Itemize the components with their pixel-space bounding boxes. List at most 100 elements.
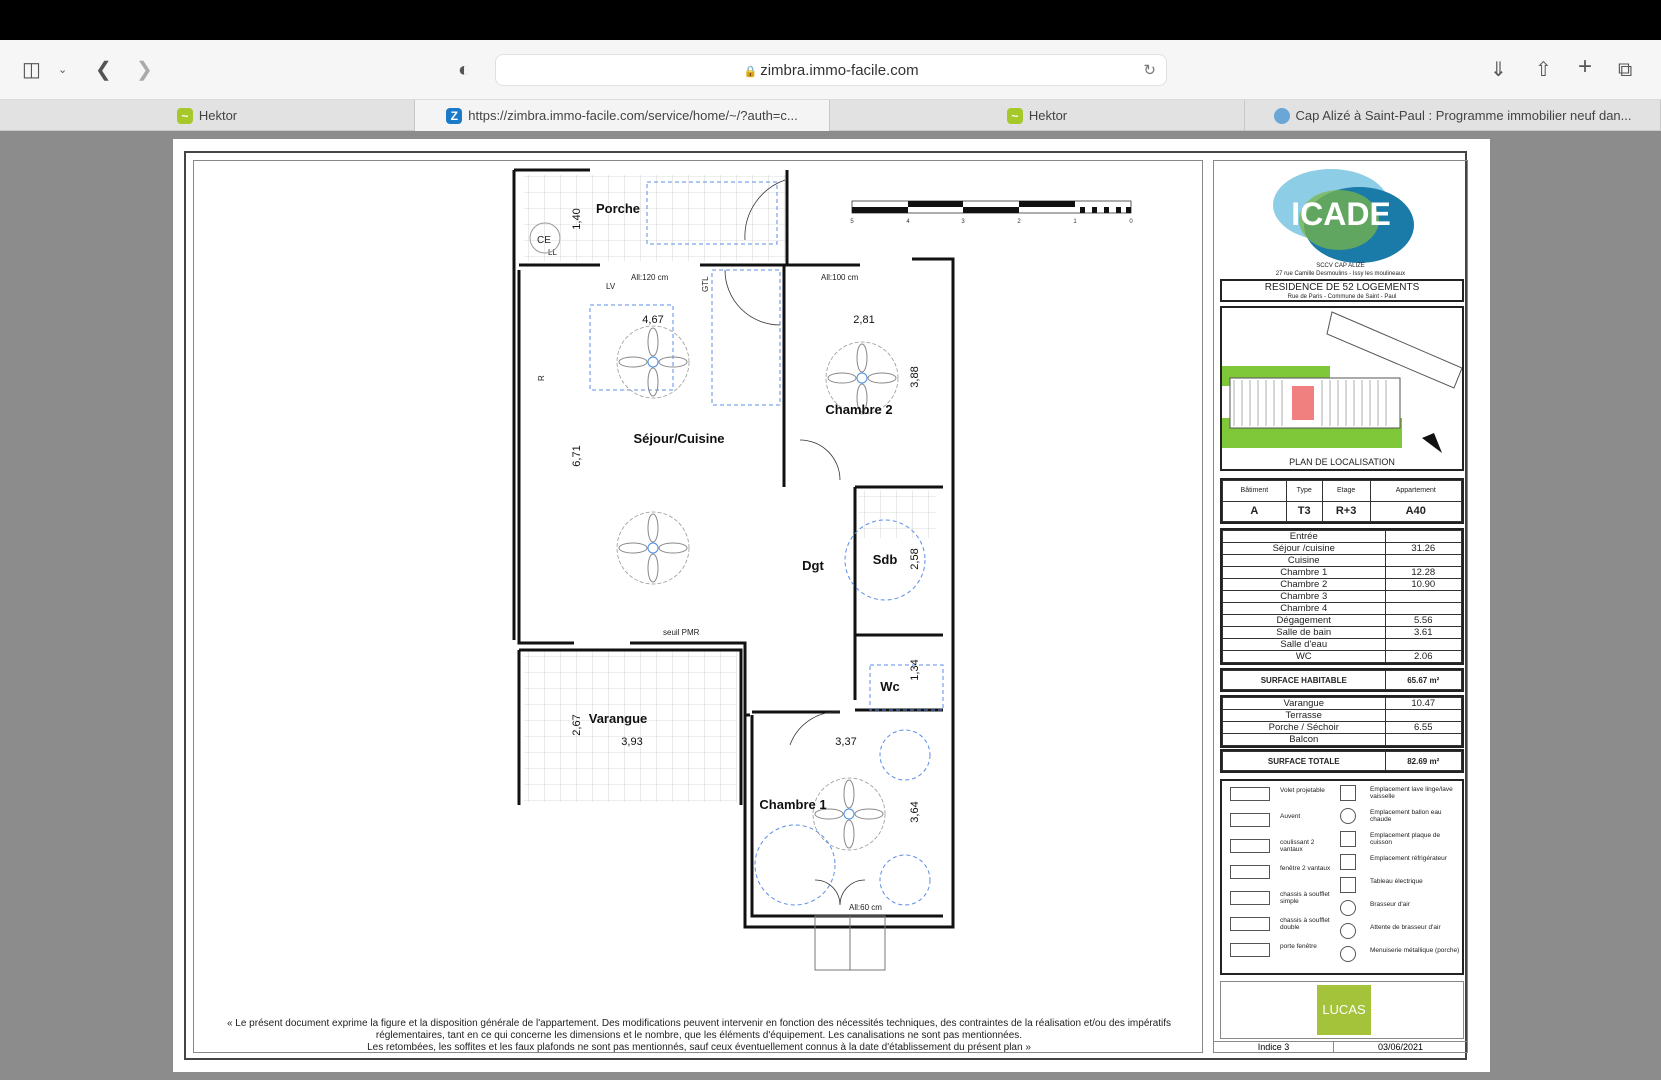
area-label: Varangue <box>1223 698 1386 710</box>
area-row: Cuisine <box>1223 555 1462 567</box>
note-lv: LV <box>606 282 616 291</box>
area-row: Chambre 3 <box>1223 591 1462 603</box>
note-all-100: All:100 cm <box>821 273 859 282</box>
header-type: Type <box>1286 481 1322 502</box>
room-label-sejour: Séjour/Cuisine <box>633 431 724 446</box>
walls <box>514 170 953 927</box>
dimension: 3,88 <box>909 366 921 387</box>
area-label: Chambre 3 <box>1223 591 1386 603</box>
title-block: ICADE SCCV CAP ALIZE 27 rue Camille Desm… <box>1213 160 1468 1053</box>
area-row: Porche / Séchoir6.55 <box>1223 722 1462 734</box>
location-plan-title: PLAN DE LOCALISATION <box>1222 457 1462 467</box>
legend-symbol-icon <box>1230 787 1270 801</box>
exterior-area-table: Varangue10.47TerrassePorche / Séchoir6.5… <box>1220 695 1464 748</box>
lucas-logo: LUCAS <box>1317 985 1371 1035</box>
legend-label: Emplacement ballon eau chaude <box>1370 809 1462 823</box>
area-row: WC2.06 <box>1223 651 1462 663</box>
area-value <box>1385 734 1461 746</box>
area-row: Salle de bain3.61 <box>1223 627 1462 639</box>
legend-symbol-icon <box>1340 854 1356 870</box>
area-label: Cuisine <box>1223 555 1386 567</box>
room-label-sdb: Sdb <box>873 552 898 567</box>
dimension: 4,67 <box>642 314 663 326</box>
header-appartement: Appartement <box>1370 481 1461 502</box>
legend-symbol-icon <box>1340 923 1356 939</box>
footer: Indice 3 03/06/2021 <box>1214 1041 1467 1053</box>
area-row: Séjour /cuisine31.26 <box>1223 543 1462 555</box>
room-label-dgt: Dgt <box>802 558 824 573</box>
legend-symbol-icon <box>1230 917 1270 931</box>
dimension: 3,93 <box>621 736 642 748</box>
legend-symbol-icon <box>1340 808 1356 824</box>
dimension: 2,81 <box>853 314 874 326</box>
scale-bar: 5 4 3 2 1 0 <box>850 201 1133 225</box>
room-label-chambre-2: Chambre 2 <box>825 402 892 417</box>
surface-habitable-label: SURFACE HABITABLE <box>1223 671 1386 690</box>
area-value: 12.28 <box>1385 567 1461 579</box>
area-label: Salle de bain <box>1223 627 1386 639</box>
area-value <box>1385 531 1461 543</box>
legend-label: Auvent <box>1280 813 1335 820</box>
legend-label: Tableau électrique <box>1370 878 1462 885</box>
area-label: Balcon <box>1223 734 1386 746</box>
area-row: Chambre 112.28 <box>1223 567 1462 579</box>
svg-text:ICADE: ICADE <box>1291 196 1391 232</box>
legend-symbol-icon <box>1230 813 1270 827</box>
dimension: 1,40 <box>571 208 583 229</box>
residence-address: Rue de Paris - Commune de Saint - Paul <box>1222 294 1462 300</box>
surface-habitable-value: 65.67 m² <box>1385 671 1461 690</box>
residence-box: RESIDENCE DE 52 LOGEMENTS Rue de Paris -… <box>1220 279 1464 302</box>
scale-tick: 2 <box>1017 219 1021 225</box>
area-value <box>1385 591 1461 603</box>
legend-symbol-icon <box>1230 943 1270 957</box>
legend-box: Volet projetableAuventcoulissant 2 vanta… <box>1220 779 1464 975</box>
area-value: 3.61 <box>1385 627 1461 639</box>
dimension: 1,34 <box>909 659 921 680</box>
area-row: Dégagement5.56 <box>1223 615 1462 627</box>
legend-label: porte fenêtre <box>1280 943 1335 950</box>
area-row: Chambre 210.90 <box>1223 579 1462 591</box>
surface-totale-label: SURFACE TOTALE <box>1223 752 1386 771</box>
legend-symbol-icon <box>1340 877 1356 893</box>
note-gtl: GTL <box>701 276 710 292</box>
area-label: Chambre 4 <box>1223 603 1386 615</box>
area-value <box>1385 555 1461 567</box>
legend-symbol-icon <box>1340 946 1356 962</box>
scale-tick: 3 <box>961 219 965 225</box>
indice: Indice 3 <box>1214 1042 1334 1052</box>
area-value <box>1385 710 1461 722</box>
scale-tick: 1 <box>1073 219 1077 225</box>
surface-habitable-row: SURFACE HABITABLE65.67 m² <box>1220 668 1464 692</box>
legend-label: Brasseur d'air <box>1370 901 1462 908</box>
area-label: Terrasse <box>1223 710 1386 722</box>
legend-label: Emplacement plaque de cuisson <box>1370 832 1462 846</box>
header-batiment: Bâtiment <box>1223 481 1287 502</box>
legend-symbol-icon <box>1230 891 1270 905</box>
note-all-60: All:60 cm <box>849 903 882 912</box>
area-row: Entrée <box>1223 531 1462 543</box>
area-label: Salle d'eau <box>1223 639 1386 651</box>
area-label: Séjour /cuisine <box>1223 543 1386 555</box>
header-etage: Etage <box>1322 481 1370 502</box>
dimension: 2,67 <box>571 714 583 735</box>
area-value: 2.06 <box>1385 651 1461 663</box>
room-label-wc: Wc <box>880 679 900 694</box>
legend-symbol-icon <box>1340 785 1356 801</box>
legend-label: coulissant 2 vantaux <box>1280 839 1335 853</box>
area-value: 5.56 <box>1385 615 1461 627</box>
area-value: 10.47 <box>1385 698 1461 710</box>
area-row: Varangue10.47 <box>1223 698 1462 710</box>
area-label: WC <box>1223 651 1386 663</box>
architect-logo-box: LUCAS <box>1220 981 1464 1039</box>
scale-tick: 0 <box>1129 219 1133 225</box>
legend-label: chassis à soufflet double <box>1280 917 1335 931</box>
area-value <box>1385 639 1461 651</box>
area-value: 6.55 <box>1385 722 1461 734</box>
room-label-porche: Porche <box>596 201 640 216</box>
legend-label: Emplacement lave linge/lave vaisselle <box>1370 786 1462 800</box>
room-label-varangue: Varangue <box>589 711 648 726</box>
area-row: Salle d'eau <box>1223 639 1462 651</box>
note-ce: CE <box>537 235 551 246</box>
icade-logo: ICADE <box>1269 165 1414 265</box>
legend-symbol-icon <box>1340 831 1356 847</box>
